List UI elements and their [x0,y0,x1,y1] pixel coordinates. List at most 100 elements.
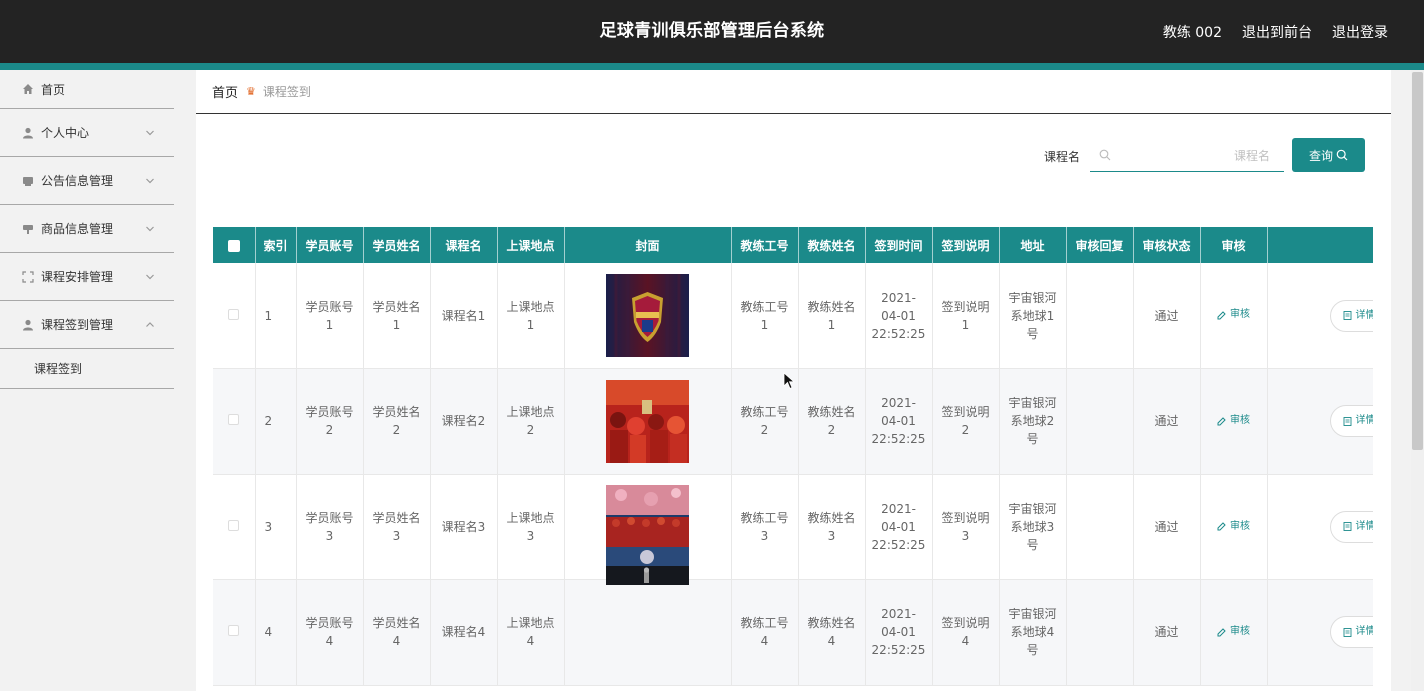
row-select-cell[interactable] [213,474,256,580]
search-icon [1099,149,1111,161]
column-header: 上课地点 [497,227,565,263]
column-header: 审核回复 [1066,227,1134,263]
sidebar-item-product-management[interactable]: 商品信息管理 [0,205,174,253]
detail-label: 详情 [1355,626,1374,638]
cover-image [606,485,689,569]
document-icon [1343,311,1351,320]
search-field[interactable] [1090,141,1284,172]
sidebar-item-home[interactable]: 首页 [0,70,174,109]
cell-audit: 审核 [1200,474,1268,580]
detail-label: 详情 [1355,520,1374,532]
search-button[interactable]: 查询 [1292,138,1365,172]
column-header: 封面 [564,227,732,263]
audit-label: 审核 [1230,520,1250,532]
cell-place: 上课地点3 [497,474,565,580]
cell-name: 学员姓名2 [363,368,431,475]
column-header: 教练工号 [731,227,799,263]
sidebar-item-checkin-management[interactable]: 课程签到管理 [0,301,174,349]
cell-course: 课程名4 [430,579,498,686]
search-input[interactable] [1120,145,1270,167]
detail-button[interactable]: 详情 [1329,616,1374,649]
row-checkbox[interactable] [228,625,240,637]
row-select-cell[interactable] [213,579,256,686]
cell-place: 上课地点4 [497,579,565,686]
row-select-cell[interactable] [213,263,256,369]
row-select-cell[interactable] [213,368,256,475]
search-button-label: 查询 [1308,148,1333,163]
crown-icon: ♛ [246,85,256,98]
product-icon [21,222,34,235]
row-checkbox[interactable] [228,519,240,531]
cell-account: 学员账号4 [296,579,364,686]
breadcrumb: 首页 ♛ 课程签到 [196,70,1391,114]
cell-note: 签到说明1 [932,263,1000,369]
chevron-down-icon [146,274,154,279]
select-all-checkbox[interactable] [227,239,240,252]
audit-button[interactable]: 审核 [1217,623,1250,641]
table-header-row: 索引 学员账号 学员姓名 课程名 上课地点 封面 教练工号 教练姓名 签到时间 … [213,227,1373,263]
cover-image [606,566,689,586]
scrollbar-thumb[interactable] [1412,72,1423,450]
detail-button[interactable]: 详情 [1329,405,1374,438]
cell-reply [1066,263,1134,369]
sidebar-subitem-course-checkin[interactable]: 课程签到 [0,349,174,389]
logout-link[interactable]: 退出登录 [1332,22,1388,42]
top-bar: 足球青训俱乐部管理后台系统 教练 002 退出到前台 退出登录 [0,0,1424,63]
cell-coach-name: 教练姓名3 [798,474,866,580]
sidebar-item-label: 公告信息管理 [41,174,114,188]
document-icon [1343,416,1351,426]
chevron-down-icon [146,226,154,231]
search-label: 课程名 [1044,150,1081,164]
page-scrollbar[interactable] [1411,70,1424,691]
sidebar-item-personal-center[interactable]: 个人中心 [0,109,174,157]
edit-icon [1217,627,1226,636]
search-icon [1336,149,1348,161]
fullscreen-icon [21,270,34,283]
top-right-nav: 教练 002 退出到前台 退出登录 [1163,0,1388,63]
cell-audit: 审核 [1200,579,1268,686]
cell-coach-id: 教练工号4 [731,579,799,686]
edit-icon [1217,416,1226,425]
cell-place: 上课地点1 [497,263,565,369]
audit-label: 审核 [1230,309,1250,321]
sidebar-item-label: 课程安排管理 [41,270,114,284]
cell-status: 通过 [1133,474,1201,580]
cell-index: 4 [255,579,297,686]
cell-checkin-time: 2021-04-01 22:52:25 [865,474,933,580]
sidebar-item-label: 课程签到管理 [41,318,114,332]
breadcrumb-home[interactable]: 首页 [212,82,238,101]
column-header: 学员姓名 [363,227,431,263]
cell-note: 签到说明4 [932,579,1000,686]
checkin-table: 索引 学员账号 学员姓名 课程名 上课地点 封面 教练工号 教练姓名 签到时间 … [213,227,1373,691]
detail-button[interactable]: 详情 [1329,299,1373,332]
cell-checkin-time: 2021-04-01 22:52:25 [865,579,933,686]
column-header: 签到时间 [865,227,933,263]
audit-button[interactable]: 审核 [1217,518,1250,536]
audit-button[interactable]: 审核 [1217,412,1250,430]
cell-actions: 详情 [1267,368,1374,475]
table-row: 3 学员账号3 学员姓名3 课程名3 上课地点3 教练工号3 教练姓名3 202… [213,474,1373,580]
mouse-cursor-icon [783,372,795,390]
audit-button[interactable]: 审核 [1217,306,1250,324]
select-all-header[interactable] [213,227,256,263]
sidebar-item-notice-management[interactable]: 公告信息管理 [0,157,174,205]
detail-button[interactable]: 详情 [1329,510,1374,543]
cell-account: 学员账号3 [296,474,364,580]
cell-address: 宇宙银河系地球4号 [999,579,1067,686]
cell-coach-name: 教练姓名2 [798,368,866,475]
row-checkbox[interactable] [228,414,240,426]
audit-label: 审核 [1230,415,1250,426]
cell-checkin-time: 2021-04-01 22:52:25 [865,368,933,475]
cell-cover [564,368,732,475]
row-checkbox[interactable] [228,308,240,320]
detail-label: 详情 [1355,415,1374,427]
cell-name: 学员姓名1 [363,263,431,369]
exit-to-front-link[interactable]: 退出到前台 [1242,22,1312,42]
sidebar-item-course-schedule[interactable]: 课程安排管理 [0,253,174,301]
cell-place: 上课地点2 [497,368,565,475]
cell-cover [564,474,732,580]
chevron-down-icon [146,178,154,183]
column-header: 地址 [999,227,1067,263]
top-accent-stripe [0,63,1424,70]
cell-address: 宇宙银河系地球1号 [999,263,1067,369]
